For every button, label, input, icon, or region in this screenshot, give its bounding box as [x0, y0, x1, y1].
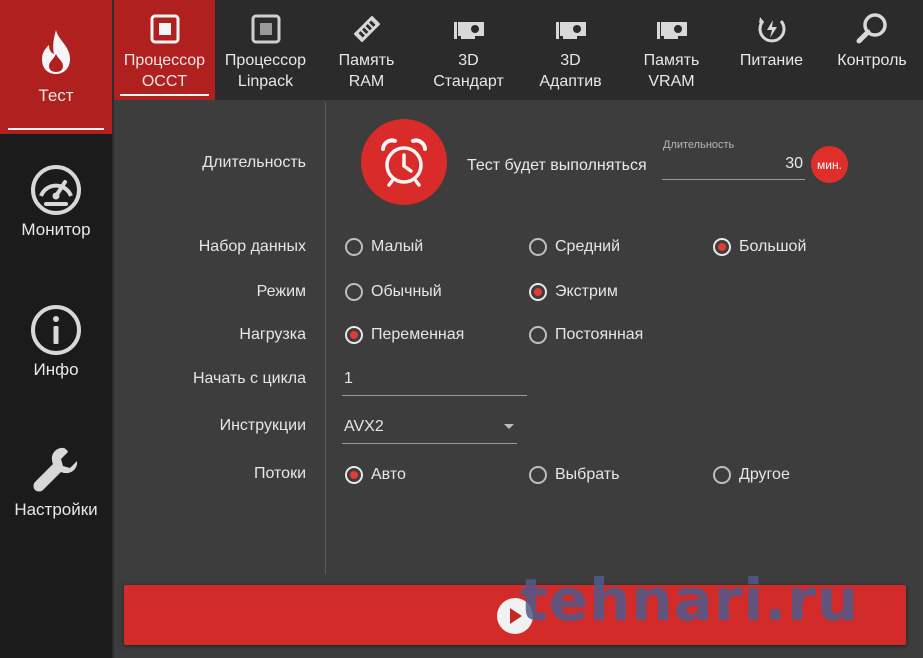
- duration-description: Тест будет выполняться: [467, 157, 647, 174]
- tab-label: Память VRAM: [643, 52, 700, 90]
- duration-field-label: Длительность: [663, 139, 735, 151]
- tab-3d-adaptive[interactable]: 3D Адаптив: [520, 0, 621, 100]
- active-indicator: [8, 128, 104, 130]
- chevron-down-icon[interactable]: [504, 424, 514, 429]
- radio-circle-selected: [345, 466, 363, 484]
- radio-label: Выбрать: [555, 466, 620, 483]
- radio-circle: [529, 238, 547, 256]
- tab-cpu-occt[interactable]: Процессор OCCT: [114, 0, 215, 100]
- mode-label: Режим: [256, 283, 306, 300]
- radio-circle: [713, 466, 731, 484]
- gpu-icon: [553, 12, 589, 46]
- cpu-icon: [147, 12, 183, 46]
- dataset-radio-small[interactable]: Малый: [345, 238, 423, 256]
- radio-circle-selected: [713, 238, 731, 256]
- load-radio-variable[interactable]: Переменная: [345, 326, 464, 344]
- tab-control[interactable]: Контроль: [821, 0, 923, 100]
- cpu-icon: [248, 12, 284, 46]
- duration-input[interactable]: 30: [662, 153, 805, 180]
- active-tab-indicator: [120, 94, 209, 96]
- tab-label: Процессор OCCT: [123, 52, 206, 90]
- threads-label: Потоки: [253, 465, 306, 482]
- tab-ram[interactable]: Память RAM: [316, 0, 417, 100]
- tab-label: 3D Адаптив: [539, 52, 602, 90]
- gpu-icon: [451, 12, 487, 46]
- radio-label: Переменная: [371, 326, 465, 343]
- start-cycle-label: Начать с цикла: [192, 370, 306, 387]
- sidebar-item-label: Монитор: [21, 220, 91, 239]
- tab-cpu-linpack[interactable]: Процессор Linpack: [215, 0, 316, 100]
- flame-icon: [28, 24, 84, 80]
- tab-label: Процессор Linpack: [224, 52, 307, 90]
- tab-label: Контроль: [837, 52, 907, 69]
- mode-radio-normal[interactable]: Обычный: [345, 283, 442, 301]
- radio-circle-selected: [529, 283, 547, 301]
- tab-power[interactable]: Питание: [722, 0, 821, 100]
- duration-label: Длительность: [202, 154, 306, 171]
- sidebar-item-settings[interactable]: Настройки: [0, 442, 112, 520]
- duration-unit-label: мин.: [817, 157, 842, 172]
- radio-label: Средний: [555, 238, 621, 255]
- instructions-select[interactable]: AVX2: [342, 414, 517, 444]
- radio-label: Авто: [371, 466, 406, 483]
- threads-radio-auto[interactable]: Авто: [345, 466, 406, 484]
- gpu-icon: [654, 12, 690, 46]
- start-cycle-input[interactable]: 1: [342, 366, 527, 396]
- sidebar-item-info[interactable]: Инфо: [0, 302, 112, 380]
- tab-label: Память RAM: [338, 52, 395, 90]
- sidebar-item-label: Тест: [38, 86, 74, 105]
- info-icon: [28, 302, 84, 358]
- tab-label: 3D Стандарт: [433, 52, 504, 90]
- instructions-label: Инструкции: [219, 417, 306, 434]
- watermark-text: tehnari.ru: [520, 566, 860, 634]
- search-icon: [854, 12, 890, 46]
- sidebar-item-label: Инфо: [33, 360, 79, 379]
- dataset-radio-medium[interactable]: Средний: [529, 238, 620, 256]
- test-tabs-bar: Процессор OCCT Процессор Linpack Память …: [114, 0, 923, 100]
- gauge-icon: [28, 162, 84, 218]
- radio-circle: [345, 283, 363, 301]
- sidebar-item-test[interactable]: Тест: [0, 0, 112, 134]
- radio-circle: [529, 326, 547, 344]
- radio-label: Большой: [739, 238, 807, 255]
- load-label: Нагрузка: [239, 326, 306, 343]
- threads-radio-choose[interactable]: Выбрать: [529, 466, 619, 484]
- tab-label: Питание: [739, 52, 804, 69]
- tab-vram[interactable]: Память VRAM: [621, 0, 722, 100]
- radio-circle-selected: [345, 326, 363, 344]
- load-radio-constant[interactable]: Постоянная: [529, 326, 643, 344]
- dataset-label: Набор данных: [198, 238, 306, 255]
- ram-icon: [349, 12, 385, 46]
- radio-label: Постоянная: [555, 326, 644, 343]
- radio-circle: [529, 466, 547, 484]
- duration-value: 30: [785, 155, 803, 172]
- tab-3d-standard[interactable]: 3D Стандарт: [417, 0, 520, 100]
- power-icon: [754, 12, 790, 46]
- radio-label: Малый: [371, 238, 424, 255]
- mode-radio-extreme[interactable]: Экстрим: [529, 283, 618, 301]
- threads-radio-other[interactable]: Другое: [713, 466, 790, 484]
- wrench-icon: [28, 442, 84, 498]
- alarm-clock-icon: [361, 119, 447, 205]
- sidebar: Тест Монитор Инфо Настройки: [0, 0, 114, 658]
- sidebar-item-monitor[interactable]: Монитор: [0, 162, 112, 240]
- radio-label: Обычный: [371, 283, 442, 300]
- divider: [325, 102, 326, 574]
- duration-unit-badge[interactable]: мин.: [811, 146, 848, 183]
- radio-label: Экстрим: [555, 283, 618, 300]
- radio-label: Другое: [739, 466, 790, 483]
- dataset-radio-large[interactable]: Большой: [713, 238, 806, 256]
- sidebar-item-label: Настройки: [14, 500, 98, 519]
- radio-circle: [345, 238, 363, 256]
